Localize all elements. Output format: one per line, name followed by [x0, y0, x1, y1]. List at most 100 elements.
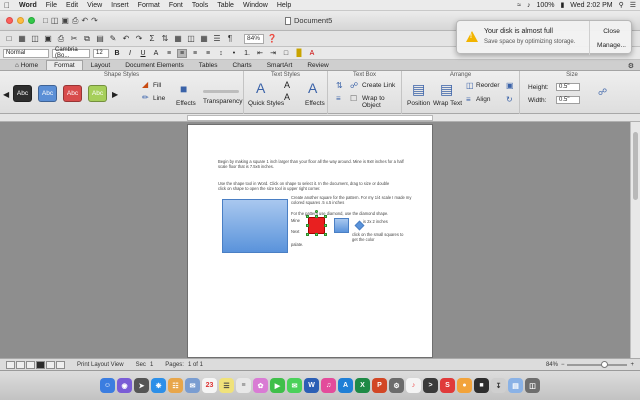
line-spacing-icon[interactable]: ↕: [216, 49, 226, 58]
autosum-icon[interactable]: Σ: [147, 34, 157, 44]
zoom-slider-knob[interactable]: [601, 360, 609, 368]
finder-icon[interactable]: ☺: [100, 378, 115, 393]
position-icon[interactable]: ▤: [412, 81, 425, 98]
numbering-icon[interactable]: 1.: [242, 49, 252, 58]
format-painter-icon[interactable]: ✎: [108, 34, 118, 44]
resize-handle-bottom-left[interactable]: [306, 233, 309, 236]
text-align-icon[interactable]: ≡: [336, 94, 341, 103]
horizontal-ruler[interactable]: [0, 114, 640, 122]
gallery-prev-icon[interactable]: ◀: [3, 90, 9, 99]
ribbon-options-icon[interactable]: ⚙: [628, 62, 634, 70]
app-dark-icon[interactable]: ■: [474, 378, 489, 393]
sort-icon[interactable]: ⇅: [160, 34, 170, 44]
gallery-next-icon[interactable]: ▶: [112, 90, 118, 99]
menu-tools[interactable]: Tools: [192, 2, 208, 9]
menu-table[interactable]: Table: [217, 2, 234, 9]
print-toolbar-icon[interactable]: ⎙: [56, 34, 66, 44]
menu-help[interactable]: Help: [277, 2, 291, 9]
menu-window[interactable]: Window: [243, 2, 268, 9]
redo-icon[interactable]: ↷: [91, 16, 98, 26]
justify-button[interactable]: ≡: [203, 49, 213, 58]
battery-percent[interactable]: 100%: [537, 2, 555, 9]
siri-icon[interactable]: ◉: [117, 378, 132, 393]
print-icon[interactable]: ⎙: [72, 16, 78, 26]
open-folder-icon[interactable]: ◫: [30, 34, 40, 44]
menu-insert[interactable]: Insert: [111, 2, 129, 9]
show-formatting-icon[interactable]: ¶: [225, 34, 235, 44]
undo-toolbar-icon[interactable]: ↶: [121, 34, 131, 44]
fill-icon[interactable]: ◢: [142, 80, 148, 89]
text-effects-icon[interactable]: A: [308, 80, 317, 96]
menu-font[interactable]: Font: [169, 2, 183, 9]
bullets-icon[interactable]: •: [229, 49, 239, 58]
align-button[interactable]: Align: [476, 96, 490, 103]
style-swatch-dark[interactable]: Abc: [13, 85, 32, 102]
paste-icon[interactable]: ▤: [95, 34, 105, 44]
resize-handle-top-right[interactable]: [324, 215, 327, 218]
tab-layout[interactable]: Layout: [84, 60, 118, 70]
redo-toolbar-icon[interactable]: ↷: [134, 34, 144, 44]
position-button[interactable]: Position: [407, 100, 430, 107]
facetime-icon[interactable]: ▶: [270, 378, 285, 393]
tab-smartart[interactable]: SmartArt: [260, 60, 300, 70]
table-icon[interactable]: ▦: [199, 34, 209, 44]
copy-icon[interactable]: ⧉: [82, 34, 92, 44]
terminal-icon[interactable]: >: [423, 378, 438, 393]
wrap-text-button[interactable]: Wrap Text: [433, 100, 462, 107]
zoom-out-icon[interactable]: −: [561, 362, 565, 368]
focus-view-button[interactable]: [56, 360, 65, 369]
menu-file[interactable]: File: [46, 2, 57, 9]
style-swatch-green[interactable]: Abc: [88, 85, 107, 102]
style-swatch-blue[interactable]: Abc: [38, 85, 57, 102]
zoom-window-button[interactable]: [28, 17, 35, 24]
fill-button[interactable]: Fill: [153, 82, 161, 89]
battery-icon[interactable]: ▮: [560, 1, 564, 9]
reorder-icon[interactable]: ◫: [466, 81, 474, 90]
disk-full-notification[interactable]: ! Your disk is almost full Save space by…: [456, 20, 632, 55]
align-left-button[interactable]: ≡: [164, 49, 174, 58]
notes-icon[interactable]: ☰: [219, 378, 234, 393]
undo-icon[interactable]: ↶: [81, 16, 88, 26]
decrease-indent-icon[interactable]: ⇤: [255, 49, 265, 58]
outline-view-button[interactable]: [16, 360, 25, 369]
reorder-button[interactable]: Reorder: [476, 82, 499, 89]
increase-indent-icon[interactable]: ⇥: [268, 49, 278, 58]
resize-handle-bottom[interactable]: [315, 233, 318, 236]
word-icon[interactable]: W: [304, 378, 319, 393]
app-store-icon[interactable]: A: [338, 378, 353, 393]
tab-format[interactable]: Format: [46, 60, 83, 70]
underline-button[interactable]: U: [138, 49, 148, 58]
lock-aspect-icon[interactable]: ☍: [598, 87, 607, 98]
sidebar-icon[interactable]: ◫: [186, 34, 196, 44]
text-outline-icon[interactable]: A: [284, 92, 290, 102]
wifi-icon[interactable]: ≈: [517, 2, 521, 9]
system-preferences-icon[interactable]: ⚙: [389, 378, 404, 393]
notification-center-icon[interactable]: ☰: [630, 1, 636, 9]
safari-icon[interactable]: ❋: [151, 378, 166, 393]
tab-home[interactable]: ⌂ Home: [8, 60, 45, 70]
quick-styles-icon[interactable]: A: [256, 80, 265, 96]
powerpoint-icon[interactable]: P: [372, 378, 387, 393]
link-icon[interactable]: ☍: [350, 81, 358, 90]
help-icon[interactable]: ❓: [267, 34, 277, 44]
vertical-scrollbar[interactable]: [630, 122, 640, 358]
mail-icon[interactable]: ✉: [185, 378, 200, 393]
new-icon[interactable]: □: [4, 34, 14, 44]
align-right-button[interactable]: ≡: [190, 49, 200, 58]
resize-handle-left[interactable]: [306, 224, 309, 227]
save-toolbar-icon[interactable]: ▣: [43, 34, 53, 44]
draft-view-button[interactable]: [6, 360, 15, 369]
line-button[interactable]: Line: [153, 95, 165, 102]
tab-charts[interactable]: Charts: [226, 60, 259, 70]
resize-handle-top-left[interactable]: [306, 215, 309, 218]
open-icon[interactable]: ◫: [51, 16, 59, 26]
documents-folder-icon[interactable]: ▤: [508, 378, 523, 393]
wrap-text-icon[interactable]: ▤: [440, 81, 453, 98]
cut-icon[interactable]: ✂: [69, 34, 79, 44]
style-swatch-red[interactable]: Abc: [63, 85, 82, 102]
rotate-handle[interactable]: [315, 210, 318, 213]
launchpad-icon[interactable]: ➤: [134, 378, 149, 393]
quick-styles-button[interactable]: Quick Styles: [248, 100, 284, 107]
borders-icon[interactable]: □: [281, 49, 291, 58]
bold-button[interactable]: B: [112, 49, 122, 58]
